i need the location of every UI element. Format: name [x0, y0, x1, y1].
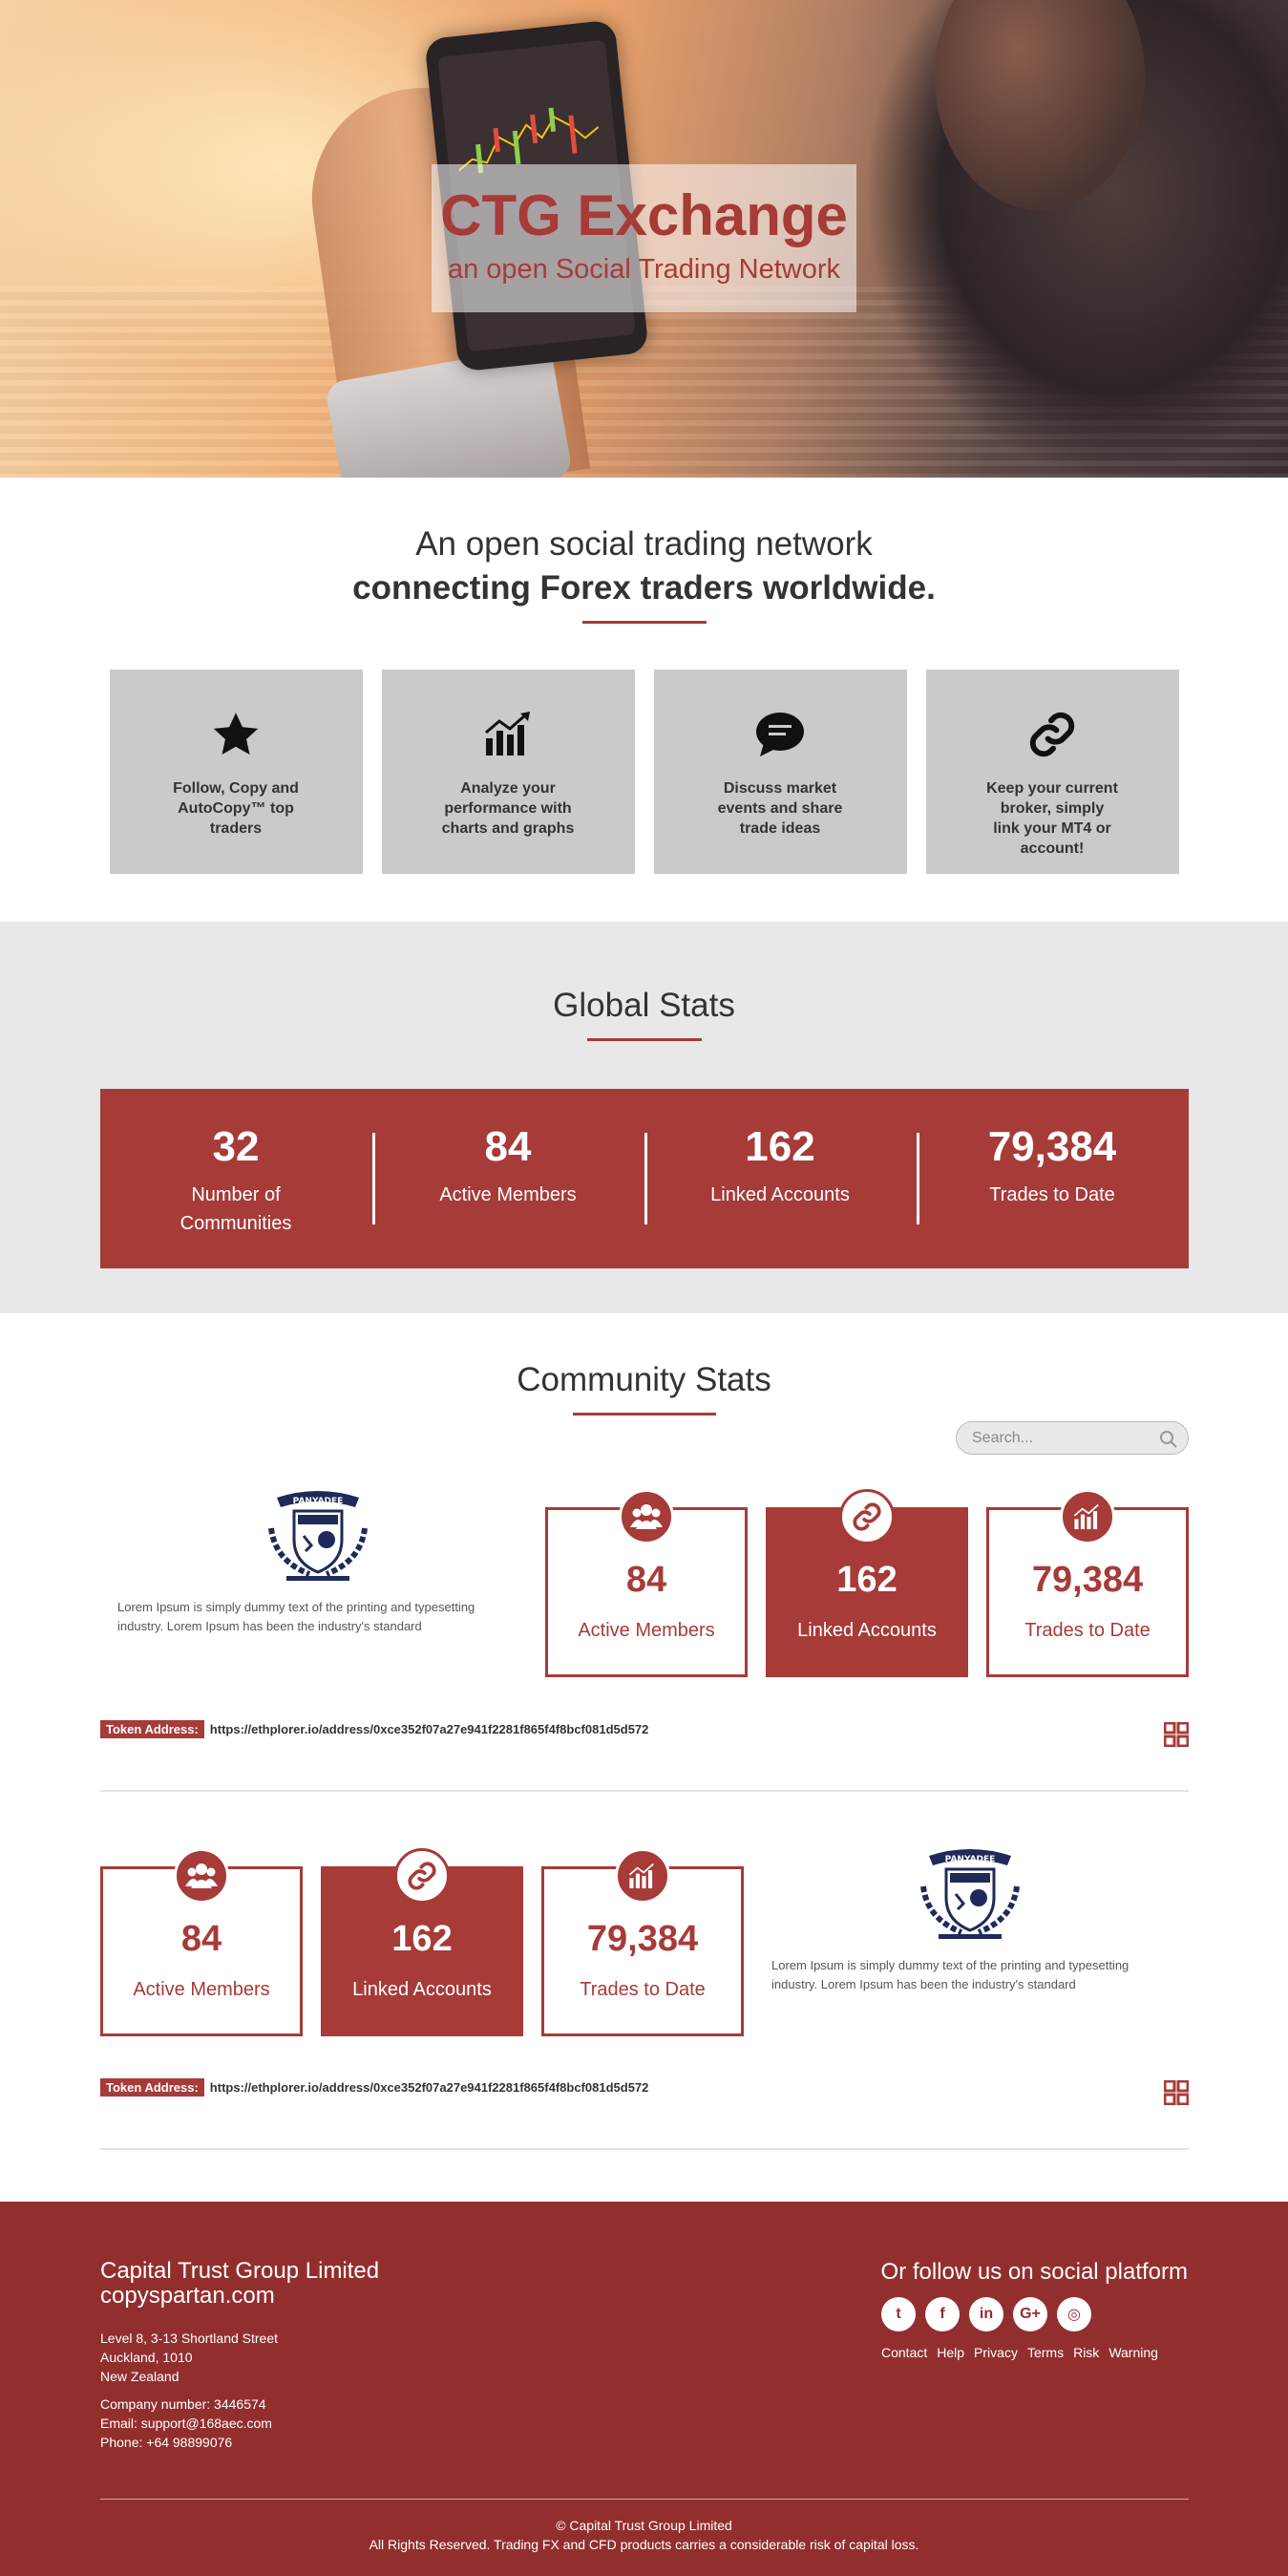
card-label: Linked Accounts — [352, 1979, 492, 2000]
follow-title: Or follow us on social platform — [880, 2259, 1188, 2285]
company-site-link[interactable]: copyspartan.com — [100, 2284, 379, 2309]
hero-subtitle: an open Social Trading Network — [447, 254, 841, 285]
footer-contact: Company number: 3446574 Email: support@1… — [100, 2395, 272, 2452]
stat-label: Trades to Date — [989, 1184, 1115, 1205]
global-stats-title: Global Stats — [553, 987, 735, 1024]
community-logo[interactable]: PANYADEE — [910, 1839, 1030, 1954]
card-label: Active Members — [133, 1979, 270, 2000]
stat-label: Active Members — [439, 1184, 577, 1205]
linkedin-icon[interactable]: in — [969, 2297, 1003, 2331]
feature-text: Discuss market events and share trade id… — [717, 780, 843, 837]
feature-text: Follow, Copy and AutoCopy™ top traders — [173, 780, 299, 837]
feature-text: Analyze your performance with charts and… — [441, 780, 575, 837]
footer-link-contact[interactable]: Contact — [881, 2345, 927, 2360]
google-plus-icon[interactable]: G+ — [1013, 2297, 1047, 2331]
token-address: Token Address: https://ethplorer.io/addr… — [100, 2078, 648, 2097]
chat-bubble-icon — [654, 708, 907, 761]
section-divider — [100, 2148, 1189, 2150]
footer: Capital Trust Group Limited copyspartan.… — [0, 2202, 1288, 2576]
disclaimer-text: All Rights Reserved. Trading FX and CFD … — [369, 2537, 919, 2552]
stat-label: Number of Communities — [179, 1184, 292, 1234]
title-underline — [581, 621, 707, 624]
footer-address: Level 8, 3-13 Shortland Street Auckland,… — [100, 2329, 278, 2386]
global-stat: 79,384 Trades to Date — [916, 1089, 1189, 1268]
global-stats-bar: 32 Number of Communities 84 Active Membe… — [99, 1089, 1189, 1268]
stat-card-active-members[interactable]: 84 Active Members — [100, 1848, 303, 2036]
card-value: 79,384 — [586, 1919, 699, 1959]
global-stat: 32 Number of Communities — [100, 1089, 372, 1268]
feature-card: Analyze your performance with charts and… — [381, 670, 635, 874]
community-stats-section: Community Stats Search... PANYADEE Lorem… — [0, 1313, 1288, 2150]
global-stat: 162 Linked Accounts — [644, 1089, 917, 1268]
feature-card: Discuss market events and share trade id… — [653, 670, 907, 874]
global-stat: 84 Active Members — [371, 1089, 644, 1268]
footer-copyright: © Capital Trust Group Limited All Rights… — [0, 2516, 1288, 2554]
card-label: Trades to Date — [580, 1979, 706, 2000]
address-line: Level 8, 3-13 Shortland Street — [100, 2331, 279, 2346]
footer-link-privacy[interactable]: Privacy — [974, 2345, 1018, 2360]
footer-link-warning[interactable]: Warning — [1109, 2345, 1158, 2360]
feature-card: Follow, Copy and AutoCopy™ top traders — [109, 670, 363, 874]
users-icon — [174, 1848, 229, 1904]
svg-text:PANYADEE: PANYADEE — [945, 1855, 996, 1864]
token-address-label: Token Address: — [100, 2078, 204, 2097]
hero-banner: CTG Exchange an open Social Trading Netw… — [0, 0, 1288, 478]
contact-email[interactable]: Email: support@168aec.com — [100, 2414, 272, 2433]
copyright-text: © Capital Trust Group Limited — [556, 2518, 732, 2533]
hero-title: CTG Exchange — [440, 183, 848, 247]
chart-growth-icon — [382, 708, 635, 761]
instagram-icon[interactable]: ◎ — [1057, 2297, 1091, 2331]
link-icon — [926, 708, 1179, 761]
footer-link-risk[interactable]: Risk — [1073, 2345, 1099, 2360]
feature-card: Keep your current broker, simply link yo… — [925, 670, 1179, 874]
card-value: 84 — [180, 1919, 222, 1959]
grid-view-icon[interactable] — [1163, 2079, 1190, 2110]
contact-phone[interactable]: Phone: +64 98899076 — [100, 2433, 272, 2452]
feature-list: Follow, Copy and AutoCopy™ top traders A… — [0, 670, 1288, 874]
footer-links: Contact Help Privacy Terms Risk Warning — [881, 2345, 1158, 2360]
star-icon — [110, 708, 363, 761]
title-underline — [586, 1038, 702, 1041]
stat-value: 32 — [212, 1123, 260, 1170]
stat-value: 84 — [484, 1123, 532, 1170]
intro-line-2: connecting Forex traders worldwide. — [352, 569, 936, 607]
card-value: 162 — [391, 1919, 453, 1959]
stat-card-trades-to-date[interactable]: 79,384 Trades to Date — [541, 1848, 744, 2036]
stat-card-linked-accounts[interactable]: 162 Linked Accounts — [321, 1848, 523, 2036]
community-block: 84 Active Members 162 Linked Accounts 79… — [0, 1313, 1288, 2173]
stat-value: 162 — [745, 1123, 815, 1170]
twitter-icon[interactable]: t — [881, 2297, 916, 2331]
company-number: Company number: 3446574 — [100, 2396, 266, 2412]
link-icon — [394, 1848, 450, 1904]
social-links: t f in G+ ◎ — [881, 2297, 1091, 2331]
facebook-icon[interactable]: f — [925, 2297, 960, 2331]
stat-value: 79,384 — [987, 1123, 1117, 1170]
footer-link-help[interactable]: Help — [937, 2345, 964, 2360]
footer-link-terms[interactable]: Terms — [1027, 2345, 1064, 2360]
stat-label: Linked Accounts — [710, 1184, 850, 1205]
chart-growth-icon — [615, 1848, 670, 1904]
feature-text: Keep your current broker, simply link yo… — [986, 780, 1118, 857]
intro-section: An open social trading network connectin… — [0, 478, 1288, 874]
token-address-link[interactable]: https://ethplorer.io/address/0xce352f07a… — [210, 2080, 649, 2095]
community-description: Lorem Ipsum is simply dummy text of the … — [771, 1958, 1130, 1991]
global-stats-section: Global Stats 32 Number of Communities 84… — [0, 922, 1288, 1313]
address-line: New Zealand — [100, 2369, 179, 2384]
address-line: Auckland, 1010 — [100, 2350, 193, 2365]
footer-company: Capital Trust Group Limited copyspartan.… — [100, 2259, 379, 2309]
footer-divider — [100, 2499, 1189, 2500]
hero-title-box: CTG Exchange an open Social Trading Netw… — [432, 164, 856, 312]
company-name: Capital Trust Group Limited — [100, 2258, 380, 2284]
intro-line-1: An open social trading network — [415, 525, 873, 563]
